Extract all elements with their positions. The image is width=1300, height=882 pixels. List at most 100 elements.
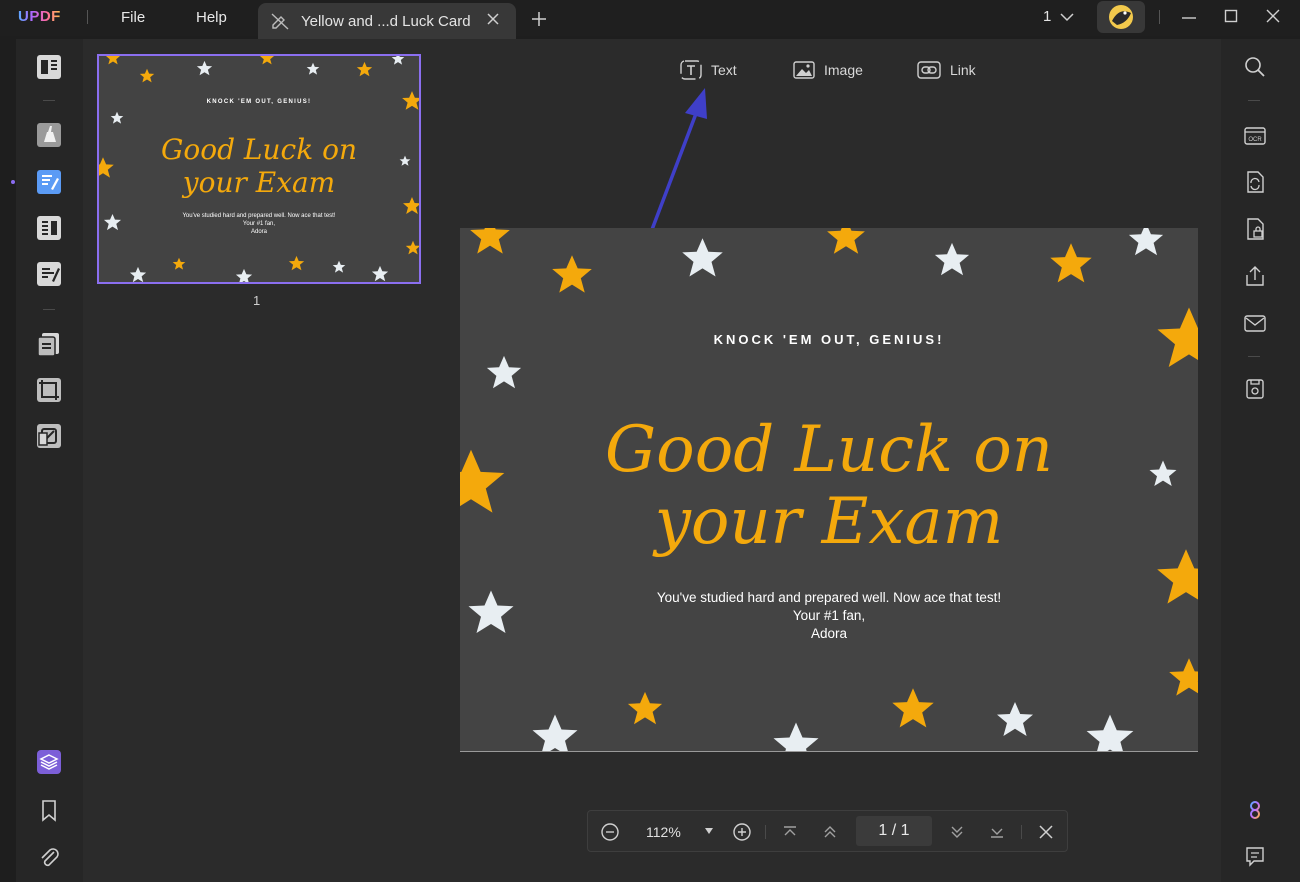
card-body-line2[interactable]: Your #1 fan,	[460, 607, 1198, 625]
ocr-icon[interactable]: OCR	[1242, 122, 1268, 148]
minimize-icon[interactable]	[1181, 10, 1197, 26]
star-white-icon	[332, 260, 346, 273]
star-white-icon	[235, 268, 253, 282]
tab-title: Yellow and ...d Luck Card	[301, 13, 471, 30]
page-organize-icon[interactable]	[34, 213, 64, 243]
star-yellow-icon	[627, 691, 663, 725]
zoom-level[interactable]: 112%	[646, 824, 681, 840]
close-window-icon[interactable]	[1266, 9, 1280, 23]
share-icon[interactable]	[1242, 263, 1268, 289]
attachment-icon[interactable]	[34, 842, 64, 872]
bookmark-icon[interactable]	[34, 795, 64, 825]
tab-close-icon[interactable]	[486, 12, 500, 26]
star-white-icon	[532, 714, 578, 751]
thumb-body-line1: You've studied hard and prepared well. N…	[182, 213, 336, 219]
app-logo: UPDF	[18, 8, 61, 25]
star-yellow-icon	[1169, 658, 1198, 696]
thumb-script-line1: Good Luck on	[161, 133, 357, 166]
thumb-body-line2: Your #1 fan,	[242, 221, 276, 227]
organize-pages-icon[interactable]	[34, 329, 64, 359]
save-icon[interactable]	[1242, 376, 1268, 402]
ai-assistant-icon[interactable]	[1242, 797, 1268, 823]
next-page-icon[interactable]	[948, 822, 966, 842]
card-script-line1[interactable]: Good Luck on	[460, 418, 1198, 482]
add-link-button[interactable]: Link	[916, 58, 976, 82]
convert-icon[interactable]	[1242, 169, 1268, 195]
redact-icon[interactable]	[34, 421, 64, 451]
logo-text: UPDF	[18, 8, 61, 25]
link-icon	[917, 61, 941, 79]
pdf-page[interactable]: KNOCK 'EM OUT, GENIUS! Good Luck on your…	[460, 228, 1198, 752]
zoom-divider	[765, 825, 766, 839]
text-box-icon	[680, 60, 702, 80]
star-white-icon	[682, 238, 723, 277]
star-yellow-icon	[827, 228, 865, 254]
card-body-line3[interactable]: Adora	[460, 625, 1198, 643]
card-script-line2[interactable]: your Exam	[460, 490, 1198, 554]
menu-file[interactable]: File	[121, 9, 145, 26]
close-toolbar-icon[interactable]	[1037, 823, 1055, 841]
user-avatar[interactable]	[1097, 1, 1145, 33]
right-toolbar: OCR	[1221, 39, 1300, 882]
previous-page-icon[interactable]	[821, 822, 839, 842]
protect-icon[interactable]	[1242, 216, 1268, 242]
crop-icon[interactable]	[34, 375, 64, 405]
thumbnail-panel: KNOCK 'EM OUT, GENIUS! Good Luck on your…	[83, 39, 439, 882]
right-divider	[1248, 100, 1260, 101]
page-indicator[interactable]: 1 / 1	[856, 816, 932, 846]
star-yellow-icon	[172, 257, 186, 270]
thumbnail-page-number: 1	[253, 293, 261, 308]
menu-help[interactable]: Help	[196, 9, 227, 26]
star-yellow-icon	[105, 56, 121, 65]
edit-pdf-icon[interactable]	[34, 167, 64, 197]
right-divider-2	[1248, 356, 1260, 357]
page-thumbnail[interactable]: KNOCK 'EM OUT, GENIUS! Good Luck on your…	[97, 54, 421, 284]
zoom-in-icon[interactable]	[732, 822, 752, 842]
image-tool-label: Image	[824, 62, 863, 78]
comments-icon[interactable]	[1242, 843, 1268, 869]
star-white-icon	[196, 60, 213, 76]
title-divider	[87, 10, 88, 24]
card-body-line1[interactable]: You've studied hard and prepared well. N…	[460, 589, 1198, 607]
star-white-icon	[934, 242, 970, 276]
zoom-out-icon[interactable]	[600, 822, 620, 842]
zoom-divider-2	[1021, 825, 1022, 839]
thumb-body-line3: Adora	[250, 229, 267, 235]
card-headline[interactable]: KNOCK 'EM OUT, GENIUS!	[460, 332, 1198, 347]
toolbar-divider-2	[43, 309, 55, 310]
window-count[interactable]: 1	[1043, 8, 1051, 25]
last-page-icon[interactable]	[988, 822, 1006, 842]
thumb-script-line2: your Exam	[182, 166, 336, 199]
star-yellow-icon	[288, 255, 305, 271]
reader-mode-icon[interactable]	[34, 52, 64, 82]
add-image-button[interactable]: Image	[792, 58, 863, 82]
left-toolbar	[11, 39, 83, 882]
toolbar-divider	[43, 100, 55, 101]
chevron-down-icon[interactable]	[1060, 12, 1074, 22]
star-yellow-icon	[259, 56, 275, 65]
star-white-icon	[1086, 714, 1134, 751]
star-yellow-icon	[892, 688, 934, 728]
star-yellow-icon	[470, 228, 510, 254]
star-yellow-icon	[405, 240, 419, 255]
star-white-icon	[129, 266, 147, 282]
comment-highlighter-icon[interactable]	[34, 120, 64, 150]
form-icon[interactable]	[34, 259, 64, 289]
svg-text:OCR: OCR	[1248, 137, 1262, 143]
maximize-icon[interactable]	[1224, 9, 1238, 23]
title-bar: UPDF File Help Yellow and ...d Luck Card…	[0, 0, 1300, 39]
star-white-icon	[773, 722, 819, 751]
document-tab[interactable]: Yellow and ...d Luck Card	[258, 3, 516, 39]
thumb-headline: KNOCK 'EM OUT, GENIUS!	[206, 99, 312, 105]
document-canvas: Text Image Link KNOCK 'EM OUT, GENIUS! G…	[439, 39, 1221, 882]
new-tab-plus-icon[interactable]	[531, 11, 547, 27]
text-tool-label: Text	[711, 62, 737, 78]
zoom-dropdown-icon[interactable]	[704, 827, 714, 835]
zoom-toolbar: 112% 1 / 1	[587, 810, 1068, 852]
add-text-button[interactable]: Text	[679, 58, 737, 82]
star-white-icon	[306, 62, 320, 75]
first-page-icon[interactable]	[781, 822, 799, 842]
search-icon[interactable]	[1242, 54, 1268, 80]
layers-icon[interactable]	[34, 747, 64, 777]
email-icon[interactable]	[1242, 310, 1268, 336]
